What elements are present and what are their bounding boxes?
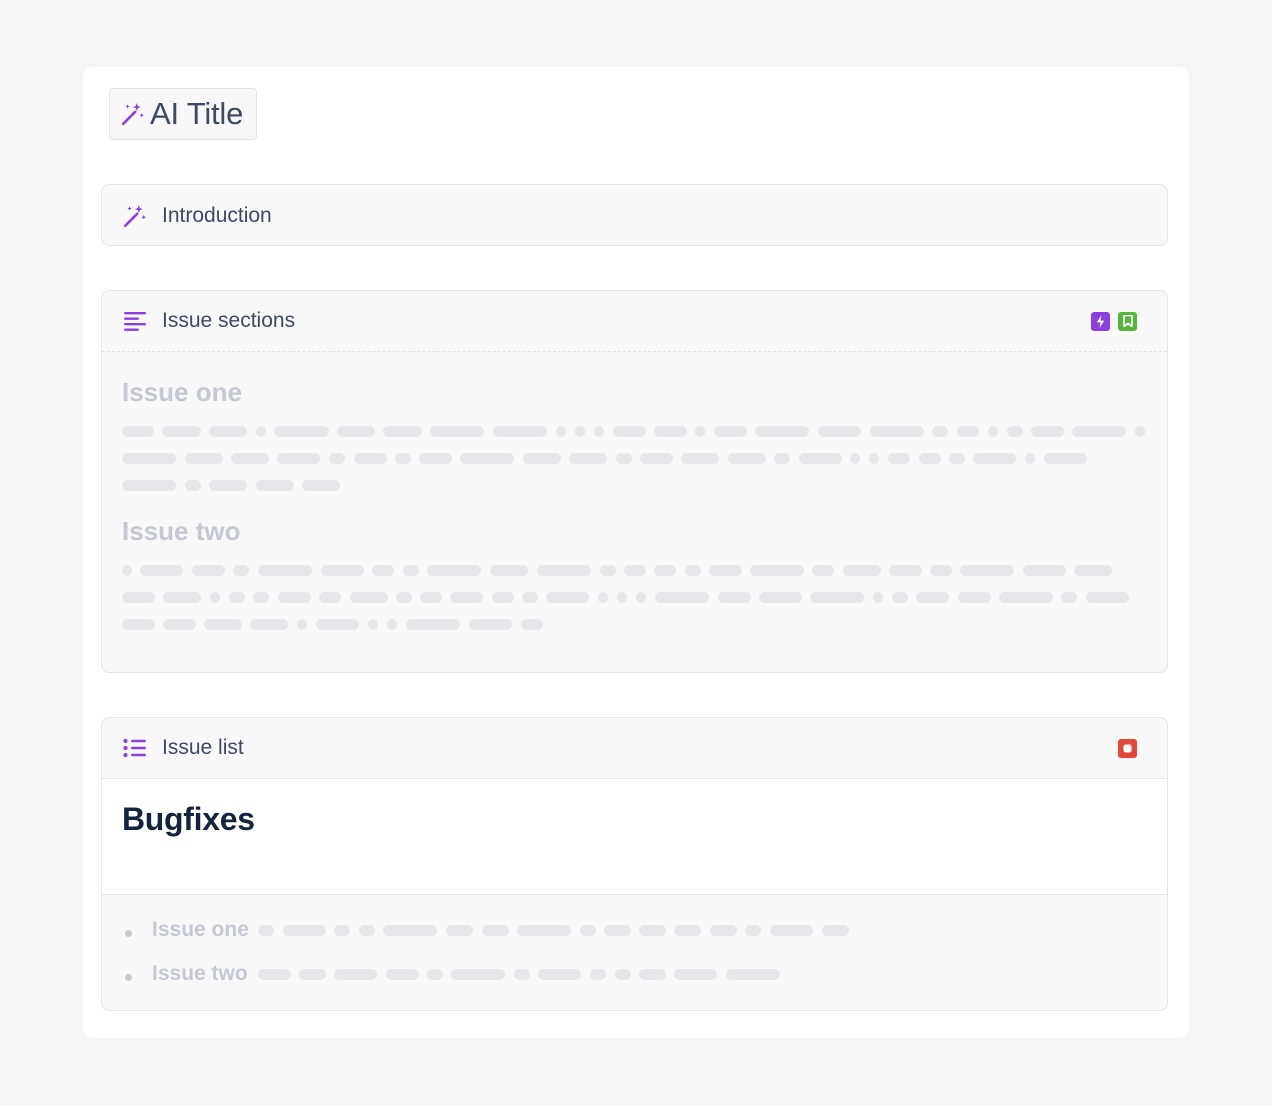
- bugfixes-heading: Bugfixes: [122, 801, 255, 837]
- issue-list-label: Issue list: [162, 736, 244, 759]
- list-item-label: Issue two: [152, 962, 248, 985]
- text-align-left-icon: [122, 308, 148, 334]
- issue-list-heading-area[interactable]: Bugfixes: [102, 779, 1167, 895]
- skeleton-line: [122, 426, 1147, 437]
- bullet-dot-icon: [125, 974, 132, 981]
- issue-list-header[interactable]: Issue list: [102, 718, 1167, 779]
- placeholder-text: [122, 565, 1147, 630]
- skeleton-line: [122, 565, 1147, 576]
- lightning-badge-icon[interactable]: [1091, 311, 1110, 331]
- issue-list-items: Issue one Issue two: [102, 895, 1167, 1003]
- ai-title-chip[interactable]: AI Title: [109, 88, 257, 140]
- issue-sections-body: Issue one Issue two: [102, 352, 1167, 630]
- introduction-label: Introduction: [162, 203, 272, 227]
- skeleton-line: [122, 453, 1147, 464]
- skeleton-line: [122, 619, 1147, 630]
- introduction-header[interactable]: Introduction: [102, 185, 1167, 245]
- magic-wand-icon: [122, 203, 148, 229]
- section-heading: Issue one: [122, 377, 242, 407]
- page-title: AI Title: [150, 96, 244, 131]
- placeholder-text: [122, 426, 1147, 491]
- editor-card: AI Title Introduction Issue sections Iss…: [83, 67, 1189, 1038]
- skeleton-line: [122, 592, 1147, 603]
- section-badges: [1091, 311, 1137, 331]
- list-item: Issue one: [122, 915, 1147, 959]
- skeleton-line: [258, 969, 1158, 980]
- skeleton-line: [122, 480, 1147, 491]
- list-item: Issue two: [122, 959, 1147, 1003]
- bulleted-list-icon: [122, 735, 148, 761]
- magic-wand-icon: [121, 103, 144, 126]
- skeleton-line: [258, 925, 1158, 936]
- introduction-panel[interactable]: Introduction: [101, 184, 1168, 246]
- list-item-label: Issue one: [152, 918, 249, 941]
- issue-sections-header[interactable]: Issue sections: [102, 291, 1167, 352]
- bullet-dot-icon: [125, 930, 132, 937]
- record-badge-icon[interactable]: [1118, 738, 1137, 758]
- issue-sections-label: Issue sections: [162, 309, 296, 332]
- bookmark-badge-icon[interactable]: [1118, 311, 1137, 331]
- issue-list-panel[interactable]: Issue list Bugfixes Issue one Issue two: [101, 717, 1168, 1011]
- list-badges: [1118, 738, 1137, 758]
- issue-sections-panel[interactable]: Issue sections Issue one Issue two: [101, 290, 1168, 673]
- section-heading: Issue two: [122, 516, 241, 546]
